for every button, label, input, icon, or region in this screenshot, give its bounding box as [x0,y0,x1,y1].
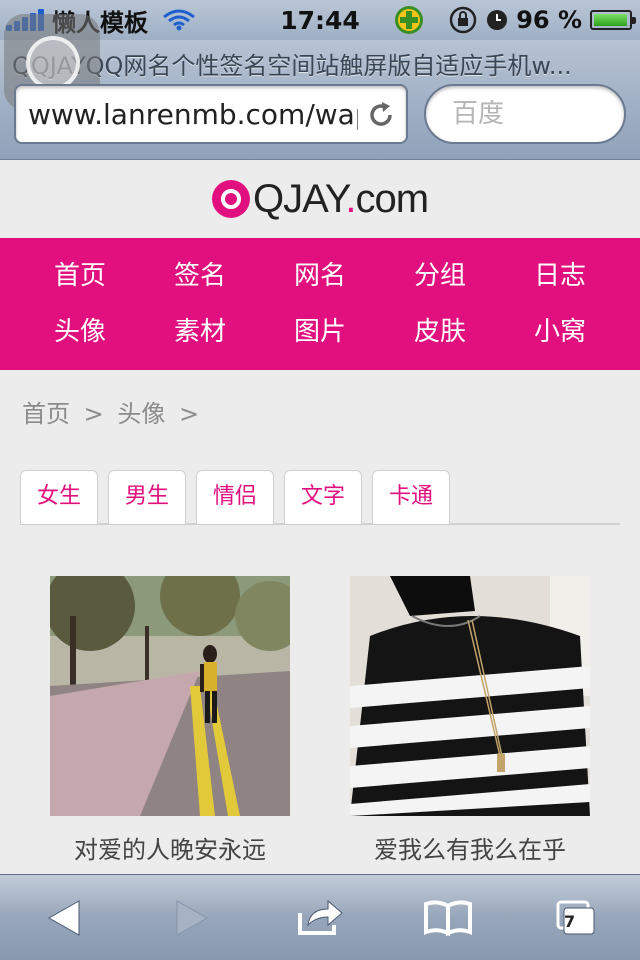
tab-couples[interactable]: 情侣 [196,470,274,524]
tab-girls[interactable]: 女生 [20,470,98,524]
nav-item-avatar[interactable]: 头像 [20,304,140,360]
bookmarks-button[interactable] [418,888,478,948]
battery-fill [594,14,627,26]
tabs-icon [556,900,595,934]
nav-item-pictures[interactable]: 图片 [260,304,380,360]
forward-icon [176,899,209,936]
breadcrumb-avatar[interactable]: 头像 [117,400,165,428]
back-icon [47,899,80,936]
nav-item-signature[interactable]: 签名 [140,248,260,304]
breadcrumb-home[interactable]: 首页 [22,400,70,428]
browser-toolbar: 7 [0,874,640,960]
nav-item-material[interactable]: 素材 [140,304,260,360]
nav-item-home[interactable]: 首页 [20,248,140,304]
avatar-card[interactable]: 对爱的人晚安永远 [50,576,290,865]
avatar-grid: 对爱的人晚安永远 爱我么有我么在乎 [50,576,590,865]
reload-icon[interactable] [366,100,396,130]
battery-percent: 96 % [516,6,582,34]
back-button[interactable] [34,888,94,948]
url-text[interactable]: www.lanrenmb.com/wap [28,98,358,131]
alarm-icon [487,10,508,30]
breadcrumb-separator: > [179,400,200,428]
bookmarks-icon [424,899,472,936]
logo-q-mark [211,180,250,218]
tab-boys[interactable]: 男生 [108,470,186,524]
browser-chrome: QQJAYQQ网名个性签名空间站触屏版自适应手机w... www.lanrenm… [0,14,640,160]
breadcrumb: 首页 > 头像 > [22,394,205,429]
tabs-count: 7 [564,911,576,931]
avatar-card[interactable]: 爱我么有我么在乎 [350,576,590,865]
logo-text: QJAY.com [252,176,429,221]
nav-item-nickname[interactable]: 网名 [260,248,380,304]
assistive-touch-ring [26,36,80,90]
category-tabs: 女生 男生 情侣 文字 卡通 [20,470,620,525]
address-bar[interactable]: www.lanrenmb.com/wap [14,84,408,144]
nav-item-skin[interactable]: 皮肤 [380,304,500,360]
logo-suffix: com [355,176,429,221]
nav-item-nest[interactable]: 小窝 [500,304,620,360]
rotation-lock-icon [449,6,477,34]
forward-button[interactable] [162,888,222,948]
nav-item-journal[interactable]: 日志 [500,248,620,304]
main-nav: 首页 签名 网名 分组 日志 头像 素材 图片 皮肤 小窝 [0,238,640,370]
striped-sweater-photo [350,576,590,816]
web-page: QJAY.com 首页 签名 网名 分组 日志 头像 素材 图片 皮肤 小窝 首… [0,160,640,874]
avatar-caption[interactable]: 爱我么有我么在乎 [350,830,590,865]
breadcrumb-separator: > [83,400,104,428]
avatar-caption[interactable]: 对爱的人晚安永远 [50,830,290,865]
share-button[interactable] [290,888,350,948]
avatar-thumbnail[interactable] [50,576,290,816]
security-app-icon [395,6,423,34]
tab-cartoon[interactable]: 卡通 [372,470,450,524]
tab-text[interactable]: 文字 [284,470,362,524]
nav-item-group[interactable]: 分组 [380,248,500,304]
battery-icon [590,10,636,30]
avatar-thumbnail[interactable] [350,576,590,816]
girl-walking-on-road-photo [50,576,290,816]
search-field[interactable] [424,84,626,144]
site-logo[interactable]: QJAY.com [0,160,640,238]
tabs-button[interactable]: 7 [546,888,606,948]
share-icon [298,899,343,935]
search-input[interactable] [450,98,610,130]
